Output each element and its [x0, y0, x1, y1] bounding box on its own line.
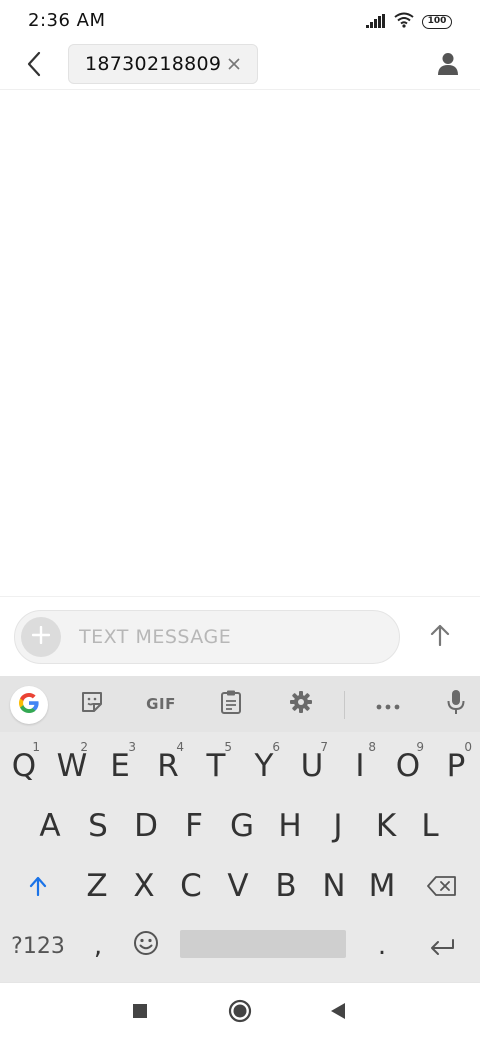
mic-icon	[447, 689, 465, 719]
soft-keyboard: GIF Q 1 W 2 E 3 R 4 T 5 Y 6 U 7 I 8 O 9 …	[0, 676, 480, 982]
key-e[interactable]: E3	[96, 736, 144, 796]
key-p[interactable]: P0	[432, 736, 480, 796]
contact-button[interactable]	[432, 50, 464, 82]
battery-icon: 100	[422, 15, 452, 29]
back-button[interactable]	[18, 50, 50, 82]
key-k[interactable]: K	[362, 796, 410, 856]
compose-field	[14, 610, 400, 664]
period-key[interactable]: .	[358, 916, 406, 976]
key-t[interactable]: T5	[192, 736, 240, 796]
key-l[interactable]: L	[406, 796, 454, 856]
recents-button[interactable]	[122, 995, 158, 1031]
status-time: 2:36 AM	[28, 10, 106, 31]
status-bar: 2:36 AM 100	[0, 0, 480, 42]
key-m[interactable]: M	[358, 856, 406, 916]
key-j[interactable]: J	[314, 796, 362, 856]
key-z[interactable]: Z	[73, 856, 121, 916]
key-g[interactable]: G	[218, 796, 266, 856]
keyboard-row-3: Z X C V B N M	[0, 856, 480, 916]
gif-label: GIF	[146, 695, 176, 713]
back-triangle-icon	[330, 1002, 346, 1024]
recipient-chip[interactable]: 18730218809	[68, 44, 258, 84]
voice-input-button[interactable]	[438, 686, 474, 722]
key-d[interactable]: D	[122, 796, 170, 856]
home-circle-icon	[228, 999, 252, 1027]
shift-key[interactable]	[14, 856, 62, 916]
conversation-header: 18730218809	[0, 42, 480, 90]
clipboard-icon	[220, 689, 242, 719]
backspace-key[interactable]	[416, 856, 468, 916]
key-r[interactable]: R4	[144, 736, 192, 796]
comma-key[interactable]: ,	[74, 916, 122, 976]
sticker-button[interactable]	[74, 686, 110, 722]
send-button[interactable]	[422, 619, 458, 655]
emoji-icon	[133, 928, 159, 964]
wifi-icon	[394, 12, 414, 32]
gif-button[interactable]: GIF	[138, 686, 184, 722]
space-key[interactable]	[180, 930, 346, 958]
keyboard-row-2: A S D F G H J K L	[0, 796, 480, 856]
remove-recipient-button[interactable]	[225, 55, 243, 73]
attach-button[interactable]	[21, 617, 61, 657]
key-y[interactable]: Y6	[240, 736, 288, 796]
google-icon	[17, 691, 41, 719]
send-arrow-icon	[430, 624, 450, 650]
gear-icon	[289, 690, 313, 718]
square-icon	[132, 1003, 148, 1023]
key-a[interactable]: A	[26, 796, 74, 856]
recipient-number: 18730218809	[85, 53, 222, 75]
plus-icon	[31, 625, 51, 648]
key-x[interactable]: X	[120, 856, 168, 916]
clipboard-button[interactable]	[213, 686, 249, 722]
emoji-key[interactable]	[122, 916, 170, 976]
key-i[interactable]: I8	[336, 736, 384, 796]
contact-icon	[437, 52, 459, 80]
key-q[interactable]: Q1	[0, 736, 48, 796]
navigation-bar	[0, 982, 480, 1040]
message-input[interactable]	[79, 611, 379, 663]
compose-bar	[0, 596, 480, 676]
more-button[interactable]	[370, 686, 406, 722]
key-n[interactable]: N	[310, 856, 358, 916]
shift-arrow-icon	[29, 868, 47, 904]
key-f[interactable]: F	[170, 796, 218, 856]
settings-button[interactable]	[283, 686, 319, 722]
back-nav-button[interactable]	[320, 995, 356, 1031]
back-arrow-icon	[26, 51, 42, 81]
keyboard-row-4: ?123 , .	[0, 916, 480, 976]
key-c[interactable]: C	[167, 856, 215, 916]
close-icon	[228, 58, 240, 70]
keyboard-row-1: Q1 W2 E3 R4 T5 Y6 U7 I8 O9 P0	[0, 736, 480, 796]
key-v[interactable]: V	[214, 856, 262, 916]
key-b[interactable]: B	[262, 856, 310, 916]
key-o[interactable]: O9	[384, 736, 432, 796]
backspace-icon	[427, 868, 457, 904]
keyboard-toolbar: GIF	[0, 676, 480, 732]
key-u[interactable]: U7	[288, 736, 336, 796]
sticker-icon	[80, 690, 104, 718]
conversation-area	[0, 91, 480, 596]
home-button[interactable]	[222, 995, 258, 1031]
key-w[interactable]: W2	[48, 736, 96, 796]
key-h[interactable]: H	[266, 796, 314, 856]
enter-icon	[429, 928, 455, 964]
symbols-key[interactable]: ?123	[6, 916, 70, 976]
more-icon	[376, 695, 400, 714]
status-icons: 100	[366, 12, 452, 32]
google-search-button[interactable]	[10, 686, 48, 724]
signal-icon	[366, 13, 386, 32]
key-s[interactable]: S	[74, 796, 122, 856]
enter-key[interactable]	[416, 916, 468, 976]
toolbar-divider	[344, 691, 345, 719]
